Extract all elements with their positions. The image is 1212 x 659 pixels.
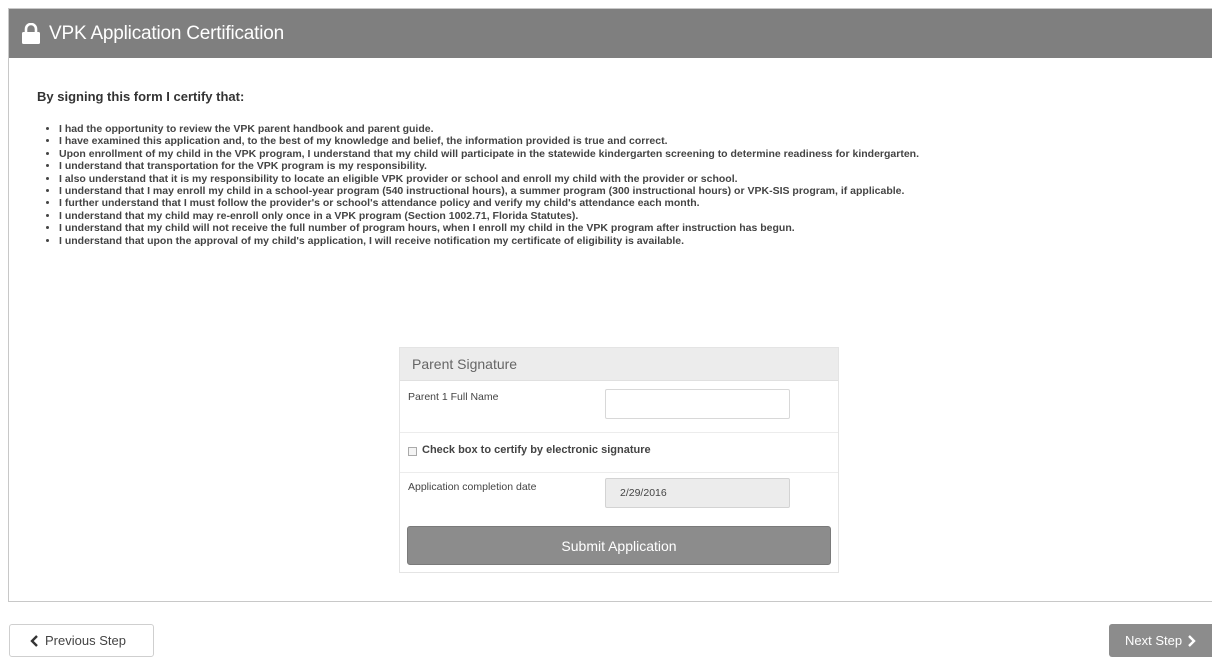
- certification-intro: By signing this form I certify that:: [37, 89, 245, 104]
- previous-step-label: Previous Step: [45, 633, 126, 648]
- list-item: I understand that my child will not rece…: [59, 222, 1209, 234]
- signature-card-heading: Parent Signature: [400, 348, 838, 381]
- list-item: I had the opportunity to review the VPK …: [59, 123, 1209, 135]
- list-item: I have examined this application and, to…: [59, 135, 1209, 147]
- list-item: I understand that I may enroll my child …: [59, 185, 1209, 197]
- panel-header: VPK Application Certification: [9, 9, 1212, 58]
- list-item: I understand that upon the approval of m…: [59, 235, 1209, 247]
- signature-checkbox-row: Check box to certify by electronic signa…: [400, 433, 838, 473]
- page-title: VPK Application Certification: [49, 22, 284, 44]
- parent-name-label: Parent 1 Full Name: [408, 391, 499, 403]
- previous-step-button[interactable]: Previous Step: [9, 624, 154, 657]
- parent-signature-card: Parent Signature Parent 1 Full Name Chec…: [399, 347, 839, 573]
- submit-application-button[interactable]: Submit Application: [407, 526, 831, 565]
- list-item: I further understand that I must follow …: [59, 197, 1209, 209]
- list-item: I understand that my child may re-enroll…: [59, 210, 1209, 222]
- list-item: I also understand that it is my responsi…: [59, 173, 1209, 185]
- completion-date-row: Application completion date 2/29/2016: [400, 473, 838, 515]
- completion-date-field: 2/29/2016: [605, 478, 790, 508]
- parent-name-row: Parent 1 Full Name: [400, 381, 838, 433]
- next-step-label: Next Step: [1125, 633, 1183, 648]
- parent-name-input[interactable]: [605, 389, 790, 419]
- lock-icon: [21, 22, 41, 45]
- certification-list: I had the opportunity to review the VPK …: [43, 123, 1209, 247]
- list-item: I understand that transportation for the…: [59, 160, 1209, 172]
- completion-date-label: Application completion date: [408, 481, 537, 493]
- certify-checkbox[interactable]: [408, 447, 417, 456]
- chevron-right-icon: [1187, 634, 1197, 647]
- next-step-button[interactable]: Next Step: [1109, 624, 1212, 657]
- certify-checkbox-label[interactable]: Check box to certify by electronic signa…: [422, 444, 651, 456]
- list-item: Upon enrollment of my child in the VPK p…: [59, 148, 1209, 160]
- chevron-left-icon: [29, 634, 39, 647]
